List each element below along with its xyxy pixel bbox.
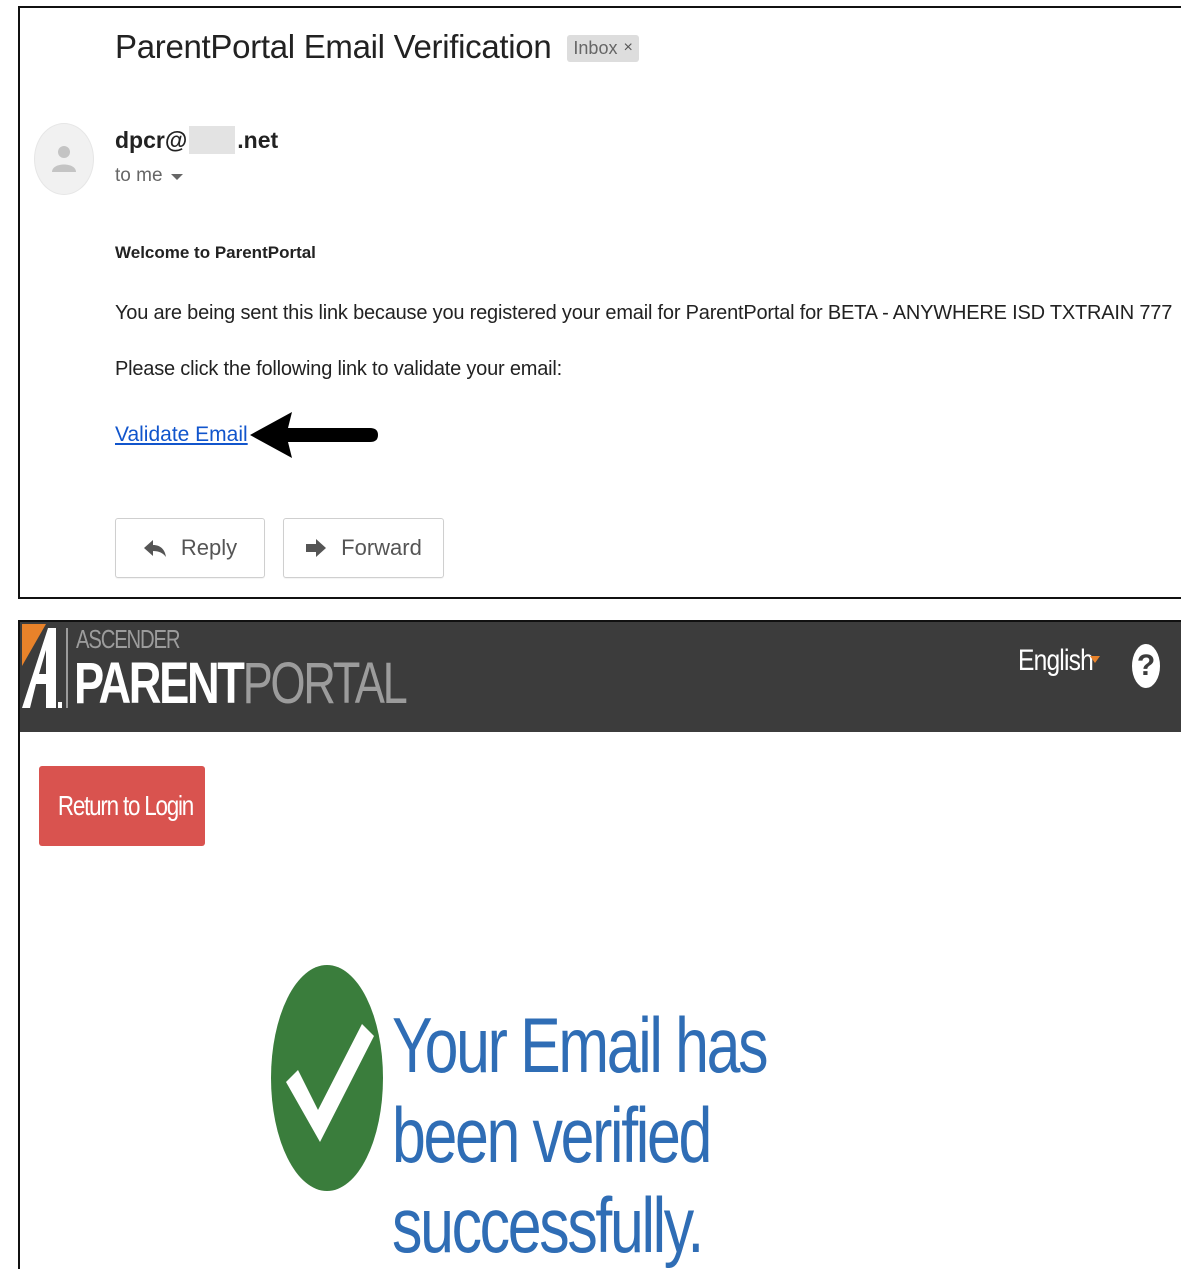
email-body-line-1: You are being sent this link because you… <box>115 302 1173 324</box>
recipient-text: to me <box>115 165 163 186</box>
chevron-down-icon[interactable] <box>1090 656 1100 663</box>
remove-label-icon[interactable]: × <box>623 39 632 57</box>
redacted-domain <box>189 126 236 154</box>
sender-address[interactable]: dpcr@ .net <box>115 126 278 154</box>
sender-prefix: dpcr@ <box>115 126 188 153</box>
brand-parentportal: PARENTPORTAL <box>74 651 408 716</box>
sender-suffix: .net <box>237 126 279 153</box>
brand-portal: PORTAL <box>242 651 408 716</box>
checkmark-icon <box>271 965 383 1191</box>
email-body-line-2: Please click the following link to valid… <box>115 358 562 380</box>
success-message: Your Email has been verified successfull… <box>392 1001 769 1269</box>
sender-avatar <box>34 123 94 195</box>
email-greeting: Welcome to ParentPortal <box>115 243 316 262</box>
subject-row: ParentPortal Email Verification Inbox × <box>115 28 639 66</box>
help-icon[interactable]: ? <box>1132 644 1160 688</box>
return-to-login-label: Return to Login <box>57 790 193 821</box>
person-icon <box>52 146 76 172</box>
inbox-label-chip: Inbox × <box>567 34 639 62</box>
forward-icon <box>306 539 327 557</box>
reply-label: Reply <box>180 535 238 560</box>
reply-button[interactable]: Reply <box>115 518 265 578</box>
language-select[interactable]: English <box>1018 644 1094 678</box>
recipient-details[interactable]: to me <box>115 165 183 187</box>
left-arrow-icon <box>250 412 378 458</box>
inbox-label-text: Inbox <box>573 37 618 58</box>
chevron-down-icon <box>170 174 183 180</box>
forward-button[interactable]: Forward <box>283 518 444 578</box>
reply-icon <box>143 540 166 557</box>
brand-parent: PARENT <box>74 651 245 716</box>
ascender-logo-icon <box>22 624 68 708</box>
portal-header: ASCENDER PARENTPORTAL English ? <box>20 622 1181 732</box>
email-panel: ParentPortal Email Verification Inbox × … <box>18 6 1181 599</box>
email-subject: ParentPortal Email Verification <box>115 28 552 65</box>
validate-email-link[interactable]: Validate Email <box>115 423 248 447</box>
portal-panel: ASCENDER PARENTPORTAL English ? Return t… <box>18 620 1181 1269</box>
forward-label: Forward <box>341 535 422 560</box>
return-to-login-button[interactable]: Return to Login <box>39 766 205 846</box>
